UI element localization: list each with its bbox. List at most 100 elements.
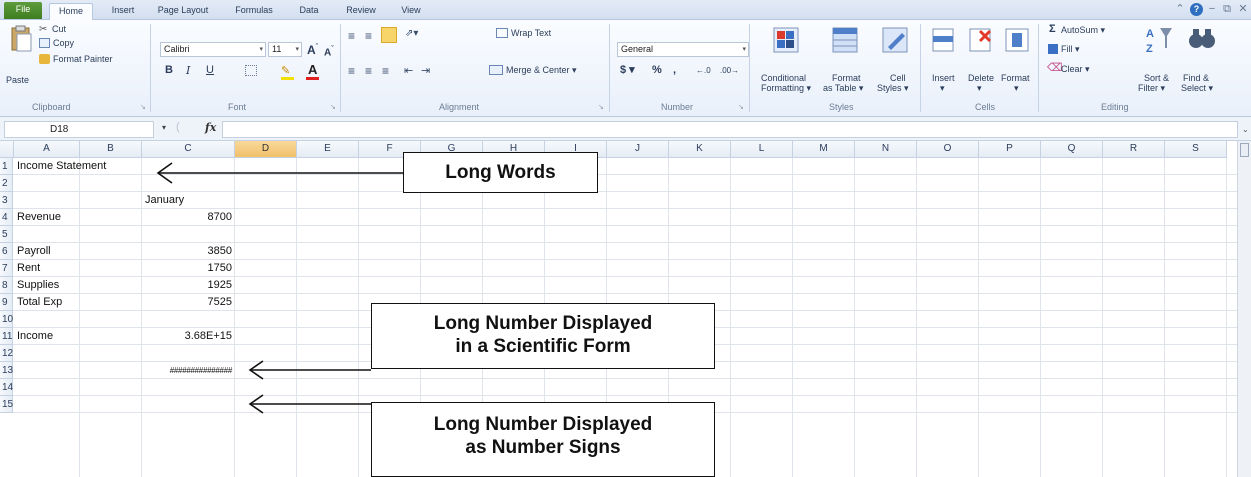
fill-icon[interactable] [1048,44,1058,54]
cell-c3[interactable]: January [145,192,184,209]
autosum-button[interactable]: AutoSum ▾ [1061,25,1105,36]
row-header-11[interactable]: 11 [0,328,13,345]
column-header-k[interactable]: K [669,141,731,158]
window-minimize-icon[interactable]: − [1205,2,1219,17]
merge-center-button[interactable]: Merge & Center ▾ [506,65,577,76]
column-header-s[interactable]: S [1165,141,1227,158]
format-as-table-icon[interactable] [830,25,860,55]
paste-label[interactable]: Paste [6,75,29,86]
cell-c13[interactable]: ############### [142,362,233,379]
row-header-15[interactable]: 15 [0,396,13,413]
cell-a1[interactable]: Income Statement [17,158,106,175]
copy-button[interactable]: Copy [53,38,74,49]
column-header-q[interactable]: Q [1041,141,1103,158]
decrease-indent-icon[interactable]: ⇤ [404,64,413,77]
help-icon[interactable]: ? [1190,3,1203,16]
tab-data[interactable]: Data [292,3,326,20]
percent-button[interactable]: % [652,65,662,76]
column-header-b[interactable]: B [80,141,142,158]
format-painter-button[interactable]: Format Painter [53,54,113,65]
column-header-r[interactable]: R [1103,141,1165,158]
cell-c9[interactable]: 7525 [142,294,232,311]
cell-a11[interactable]: Income [17,328,53,345]
column-header-p[interactable]: P [979,141,1041,158]
format-painter-icon[interactable] [39,54,50,64]
currency-button[interactable]: $ ▾ [620,65,635,76]
increase-indent-icon[interactable]: ⇥ [421,64,430,77]
select-all-corner[interactable] [0,141,14,158]
font-launcher-icon[interactable]: ↘ [330,103,336,111]
row-header-4[interactable]: 4 [0,209,13,226]
column-header-e[interactable]: E [297,141,359,158]
font-color-icon[interactable]: A [308,62,317,77]
tab-review[interactable]: Review [338,3,384,20]
align-center-icon[interactable]: ≡ [365,64,372,78]
align-middle-icon[interactable]: ≡ [365,29,372,43]
expand-formula-bar-icon[interactable]: ⌄ [1242,125,1249,134]
sigma-icon[interactable]: Σ [1049,24,1056,35]
clipboard-launcher-icon[interactable]: ↘ [140,103,146,111]
italic-button[interactable]: I [186,65,190,76]
wrap-text-icon[interactable] [496,28,508,38]
conditional-formatting-icon[interactable] [771,25,801,55]
font-size-dropdown[interactable]: 11 ▾ [268,42,302,57]
format-cells-icon[interactable] [1003,25,1031,55]
row-header-5[interactable]: 5 [0,226,13,243]
row-header-10[interactable]: 10 [0,311,13,328]
column-header-o[interactable]: O [917,141,979,158]
number-format-dropdown[interactable]: General ▾ [617,42,749,57]
row-header-6[interactable]: 6 [0,243,13,260]
tab-view[interactable]: View [394,3,428,20]
delete-cells-icon[interactable] [968,25,994,55]
align-top-icon[interactable]: ≡ [348,29,355,43]
increase-decimal-icon[interactable]: ←.0 [696,65,711,76]
minimize-ribbon-icon[interactable]: ⌃ [1173,2,1187,17]
window-restore-icon[interactable]: ⧉ [1220,2,1234,17]
row-header-12[interactable]: 12 [0,345,13,362]
name-box-dropdown-icon[interactable]: ▾ [162,123,166,132]
align-left-icon[interactable]: ≡ [348,64,355,78]
column-header-c[interactable]: C [142,141,235,158]
comma-button[interactable]: , [673,65,676,76]
font-name-dropdown[interactable]: Calibri ▾ [160,42,266,57]
cut-button[interactable]: Cut [52,24,66,35]
shrink-font-icon[interactable]: Aˇ [324,44,334,58]
find-select-icon[interactable] [1186,25,1216,55]
bold-button[interactable]: B [165,65,173,76]
column-header-m[interactable]: M [793,141,855,158]
column-header-n[interactable]: N [855,141,917,158]
row-header-1[interactable]: 1 [0,158,13,175]
row-header-14[interactable]: 14 [0,379,13,396]
align-right-icon[interactable]: ≡ [382,64,389,78]
row-header-8[interactable]: 8 [0,277,13,294]
decrease-decimal-icon[interactable]: .00→ [720,65,739,76]
cell-a7[interactable]: Rent [17,260,40,277]
row-header-7[interactable]: 7 [0,260,13,277]
row-header-13[interactable]: 13 [0,362,13,379]
tab-home[interactable]: Home [49,3,93,20]
cell-styles-label2[interactable]: Styles ▾ [877,83,909,94]
cell-a4[interactable]: Revenue [17,209,61,226]
formula-input[interactable] [222,121,1238,138]
sort-filter-icon[interactable]: A Z [1144,24,1174,56]
row-header-3[interactable]: 3 [0,192,13,209]
cell-a8[interactable]: Supplies [17,277,59,294]
cell-c4[interactable]: 8700 [142,209,232,226]
cell-c8[interactable]: 1925 [142,277,232,294]
split-box[interactable] [1240,143,1249,157]
cell-a9[interactable]: Total Exp [17,294,62,311]
insert-function-icon[interactable]: fx [205,121,216,134]
row-header-2[interactable]: 2 [0,175,13,192]
fill-color-icon[interactable]: ✎ [281,64,290,77]
copy-icon[interactable] [39,38,50,48]
cell-c7[interactable]: 1750 [142,260,232,277]
tab-insert[interactable]: Insert [103,3,143,20]
cell-styles-icon[interactable] [880,25,910,55]
cell-c6[interactable]: 3850 [142,243,232,260]
fill-button[interactable]: Fill ▾ [1061,44,1080,55]
align-bottom-icon[interactable] [381,27,397,43]
cell-a6[interactable]: Payroll [17,243,51,260]
underline-button[interactable]: U [206,65,214,76]
paste-icon[interactable] [10,25,32,53]
grow-font-icon[interactable]: Aˆ [307,42,318,56]
